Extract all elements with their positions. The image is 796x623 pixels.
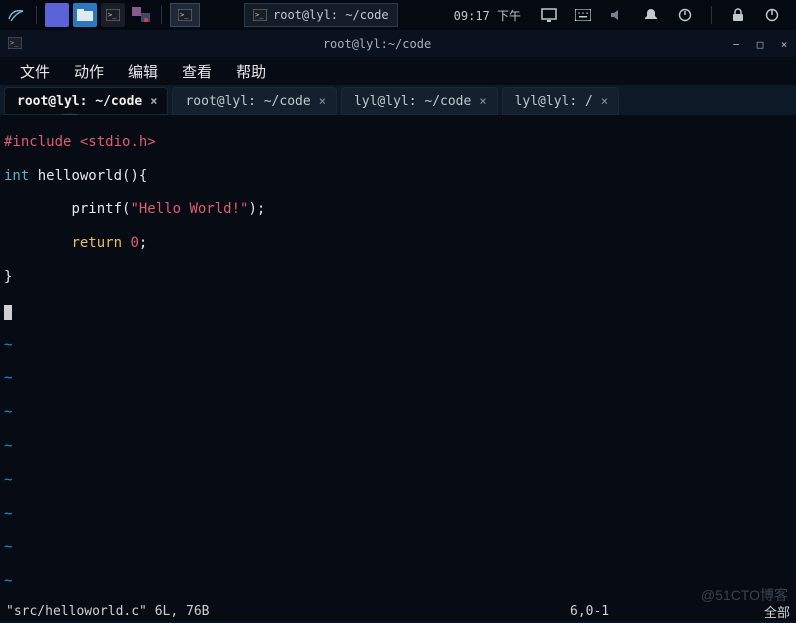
notification-icon[interactable] (639, 3, 663, 27)
svg-text:>_: >_ (108, 11, 117, 19)
files-icon[interactable] (73, 3, 97, 27)
tab-close-icon[interactable]: × (601, 94, 608, 108)
app-icon-1[interactable] (45, 3, 69, 27)
tabbar: root@lyl: ~/code × root@lyl: ~/code × ly… (0, 85, 796, 115)
tab-4[interactable]: lyl@lyl: / × (502, 87, 620, 115)
lock-icon[interactable] (726, 3, 750, 27)
tab-label: lyl@lyl: ~/code (354, 94, 471, 109)
menu-view[interactable]: 查看 (170, 57, 224, 86)
tab-label: lyl@lyl: / (515, 94, 593, 109)
tab-close-icon[interactable]: × (479, 94, 486, 108)
maximize-button[interactable]: □ (748, 32, 772, 56)
tab-close-icon[interactable]: × (319, 94, 326, 108)
blog-watermark: @51CTO博客 (701, 585, 788, 605)
status-cursor: 6,0-1 (570, 604, 730, 619)
menubar: 文件 动作 编辑 查看 帮助 (0, 57, 796, 85)
svg-text:>_: >_ (180, 11, 189, 19)
minimize-button[interactable]: − (724, 32, 748, 56)
vim-statusbar: "src/helloworld.c" 6L, 76B 6,0-1 全部 (0, 601, 796, 621)
terminal-icon-1[interactable]: >_ (101, 3, 125, 27)
menu-help[interactable]: 帮助 (224, 57, 278, 86)
tab-3[interactable]: lyl@lyl: ~/code × (341, 87, 498, 115)
power-icon[interactable] (673, 3, 697, 27)
task-terminal-window[interactable]: >_ root@lyl: ~/code (244, 3, 398, 27)
editor-area[interactable]: #include <stdio.h> int helloworld(){ pri… (0, 115, 796, 601)
volume-icon[interactable] (605, 3, 629, 27)
menu-file[interactable]: 文件 (8, 57, 62, 86)
tab-label: root@lyl: ~/code (185, 94, 310, 109)
titlebar[interactable]: >_ root@lyl:~/code − □ × (0, 31, 796, 57)
status-file: "src/helloworld.c" 6L, 76B (6, 604, 570, 619)
svg-text:>_: >_ (10, 39, 19, 47)
task-terminal-mini[interactable]: >_ (170, 3, 200, 27)
cursor (4, 305, 12, 320)
window-title: root@lyl:~/code (30, 37, 724, 51)
task-label: root@lyl: ~/code (273, 8, 389, 22)
window-icon: >_ (0, 37, 30, 52)
terminal-window: >_ root@lyl:~/code − □ × 文件 动作 编辑 查看 帮助 … (0, 31, 796, 621)
keyboard-icon[interactable] (571, 3, 595, 27)
tab-2[interactable]: root@lyl: ~/code × (172, 87, 336, 115)
kali-menu-icon[interactable] (4, 3, 28, 27)
taskbar: >_ >_ >_ root@lyl: ~/code 09:17 下午 (0, 0, 796, 30)
logout-icon[interactable] (760, 3, 784, 27)
tab-1[interactable]: root@lyl: ~/code × (4, 87, 168, 115)
app-icon-2[interactable] (129, 3, 153, 27)
clock[interactable]: 09:17 下午 (448, 7, 527, 24)
tab-label: root@lyl: ~/code (17, 94, 142, 109)
close-button[interactable]: × (772, 32, 796, 56)
menu-edit[interactable]: 编辑 (116, 57, 170, 86)
tab-close-icon[interactable]: × (150, 94, 157, 108)
menu-action[interactable]: 动作 (62, 57, 116, 86)
svg-text:>_: >_ (255, 11, 264, 19)
display-icon[interactable] (537, 3, 561, 27)
